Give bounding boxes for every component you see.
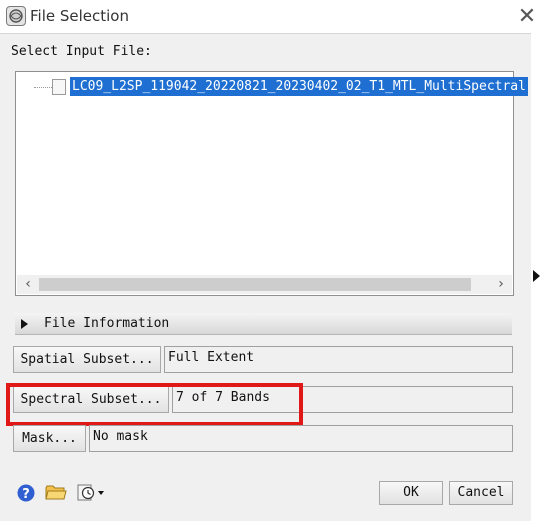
horizontal-scrollbar[interactable]: ‹ › bbox=[17, 275, 512, 294]
scroll-right-icon[interactable]: › bbox=[492, 275, 510, 294]
highlight-box bbox=[6, 383, 303, 426]
mask-field: No mask bbox=[89, 425, 513, 452]
title-bar: File Selection ✕ bbox=[0, 0, 549, 33]
file-information-toggle[interactable]: File Information bbox=[15, 313, 512, 335]
spatial-subset-field: Full Extent bbox=[164, 346, 513, 373]
mask-button[interactable]: Mask... bbox=[13, 425, 86, 452]
close-icon[interactable]: ✕ bbox=[514, 4, 540, 30]
collapse-panel-arrow-icon[interactable] bbox=[533, 270, 540, 282]
window-title: File Selection bbox=[30, 7, 129, 25]
select-input-label: Select Input File: bbox=[11, 44, 152, 59]
expand-triangle-icon bbox=[21, 319, 28, 329]
open-folder-icon[interactable] bbox=[45, 482, 67, 502]
tree-connector bbox=[34, 87, 52, 88]
cancel-button[interactable]: Cancel bbox=[449, 481, 513, 505]
file-icon bbox=[52, 79, 66, 95]
history-icon[interactable] bbox=[75, 482, 107, 502]
app-icon bbox=[6, 6, 26, 26]
input-file-list[interactable]: LC09_L2SP_119042_20220821_20230402_02_T1… bbox=[15, 71, 528, 296]
help-icon[interactable]: ? bbox=[16, 483, 36, 503]
ok-button[interactable]: OK bbox=[379, 481, 443, 505]
list-item[interactable]: LC09_L2SP_119042_20220821_20230402_02_T1… bbox=[70, 77, 528, 96]
scroll-left-icon[interactable]: ‹ bbox=[19, 275, 37, 294]
spatial-subset-button[interactable]: Spatial Subset... bbox=[13, 346, 161, 373]
scrollbar-thumb[interactable] bbox=[39, 278, 471, 291]
file-information-label: File Information bbox=[44, 316, 170, 331]
svg-text:?: ? bbox=[22, 487, 30, 502]
